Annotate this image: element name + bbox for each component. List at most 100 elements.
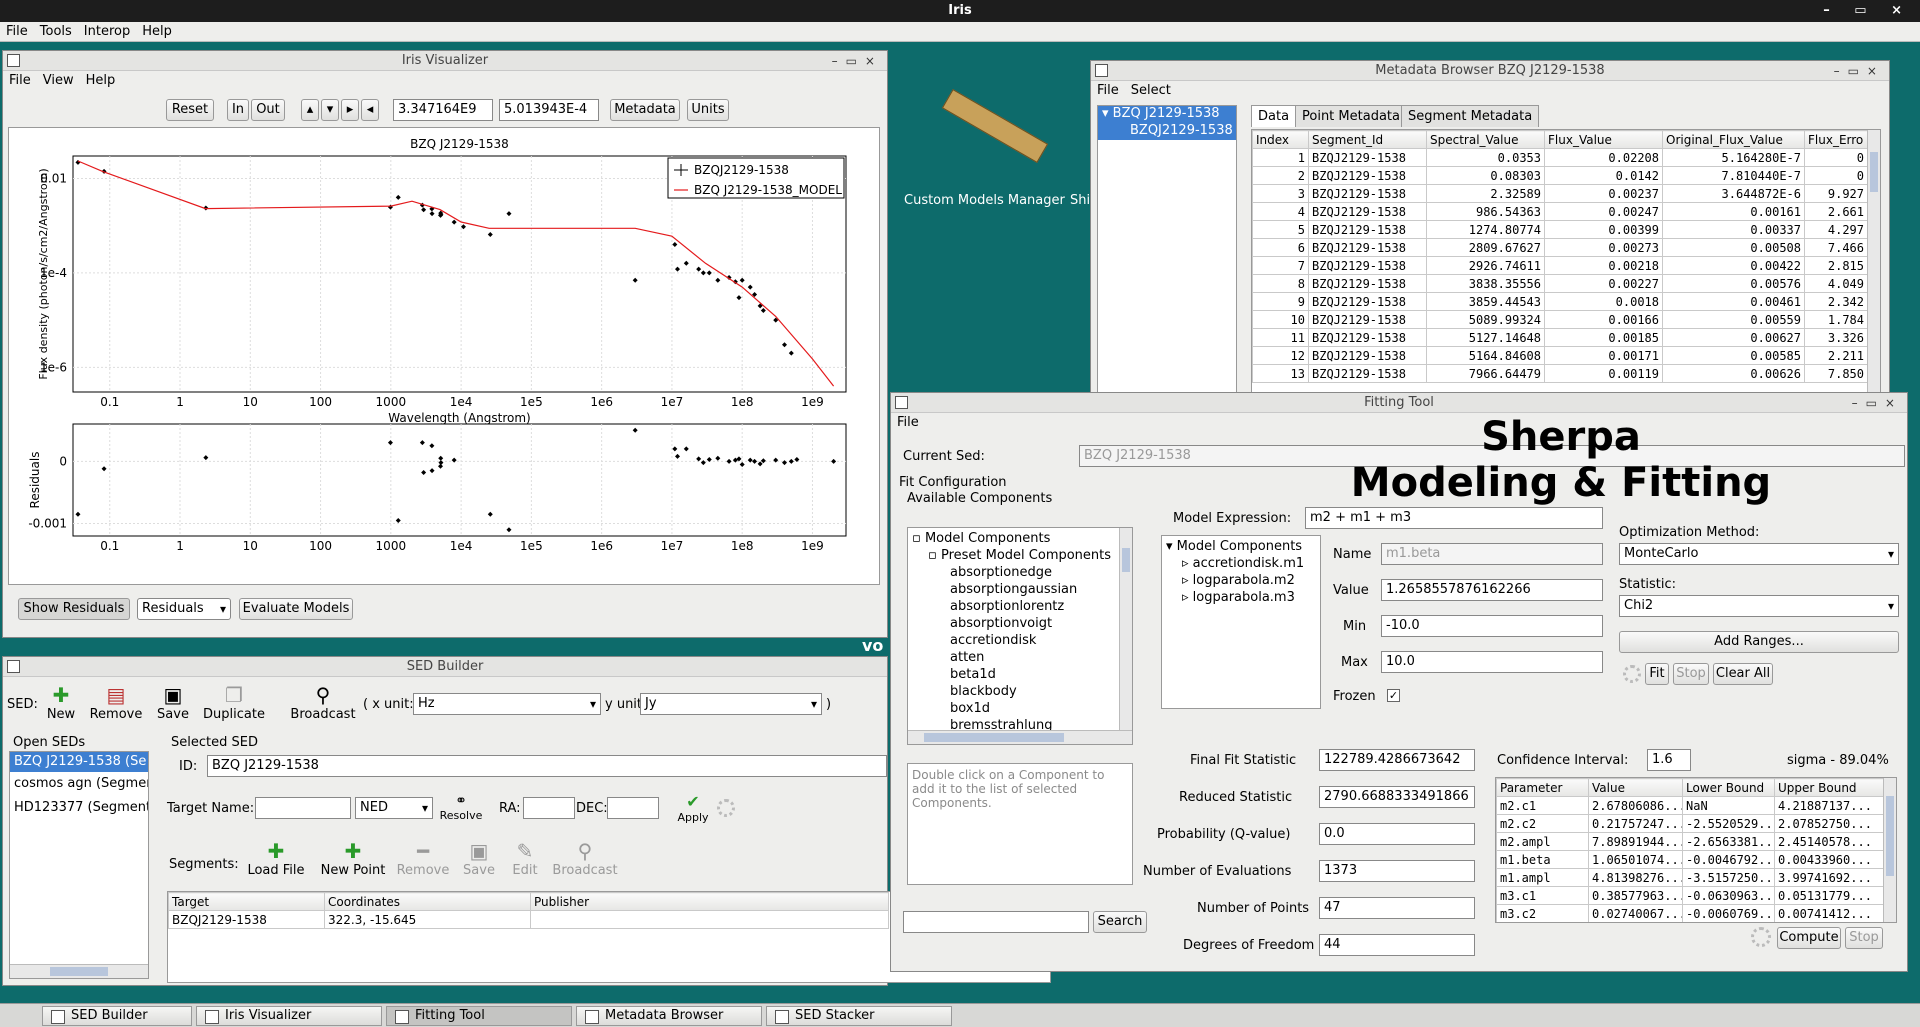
column-header[interactable]: Index [1252,130,1309,149]
y-unit-select[interactable]: Jy [640,693,822,715]
col-coordinates[interactable]: Coordinates [324,892,531,911]
column-header[interactable]: Parameter [1496,778,1589,797]
available-components-tree[interactable]: ▫ Model Components ▫ Preset Model Compon… [907,527,1133,745]
column-header[interactable]: Value [1588,778,1683,797]
tree-preset[interactable]: ▫ Preset Model Components [912,547,1128,564]
table-row[interactable]: 1 BZQJ2129-1538 0.0353 0.02208 5.164280E-7 0 [1252,148,1868,167]
param-min-field[interactable]: -10.0 [1381,615,1603,637]
result-field[interactable]: 1373 [1319,860,1475,882]
tab-point-metadata[interactable]: Point Metadata [1295,105,1407,127]
selected-item[interactable]: ▹ logparabola.m3 [1166,589,1316,606]
sed-id-field[interactable]: BZQ J2129-1538 [207,755,887,777]
search-button[interactable]: Search [1093,911,1147,933]
result-field[interactable]: 122789.4286673642 [1319,749,1475,771]
component-item[interactable]: blackbody [912,683,1128,700]
zoom-in-button[interactable]: In [227,99,249,121]
tree-v-scrollbar[interactable] [1119,528,1132,732]
table-row[interactable]: 3 BZQJ2129-1538 2.32589 0.00237 3.644872E-6 9… [1252,184,1868,203]
apply-button[interactable]: ✔ Apply [673,793,713,825]
segments-table[interactable]: Target Coordinates Publisher BZQJ2129-1538… [168,892,889,929]
task-iris-visualizer[interactable]: Iris Visualizer [196,1006,382,1026]
table-row[interactable]: 9 BZQJ2129-1538 3859.44543 0.0018 0.00461 2.3… [1252,292,1868,311]
clear-all-button[interactable]: Clear All [1713,663,1773,685]
table-row[interactable]: 4 BZQJ2129-1538 986.54363 0.00247 0.00161 2.6… [1252,202,1868,221]
component-item[interactable]: absorptionvoigt [912,615,1128,632]
table-row[interactable]: BZQJ2129-1538 322.3, -15.645 [168,910,889,929]
frozen-checkbox[interactable]: ✓ [1387,689,1400,702]
metadata-controls[interactable]: –▭× [1834,61,1885,81]
table-row[interactable]: 2 BZQJ2129-1538 0.08303 0.0142 7.810440E-7 0 [1252,166,1868,185]
meta-menu-file[interactable]: File [1091,81,1125,101]
param-max-field[interactable]: 10.0 [1381,651,1603,673]
param-value-field[interactable]: 1.2658557876162266 [1381,579,1603,601]
compute-button[interactable]: Compute [1777,927,1841,949]
column-header[interactable]: Segment_Id [1308,130,1427,149]
menu-help[interactable]: Help [136,22,178,42]
component-item[interactable]: absorptiongaussian [912,581,1128,598]
table-row[interactable]: m2.c2 0.21757247... -2.5520529... 2.0785275… [1496,814,1885,833]
coord-x-field[interactable]: 3.347164E9 [393,99,493,121]
component-item[interactable]: atten [912,649,1128,666]
param-table[interactable]: Parameter Value Lower Bound Upper Bound m2.… [1496,778,1885,922]
menu-file[interactable]: File [0,22,34,42]
new-sed-button[interactable]: ✚ New [39,683,83,722]
table-row[interactable]: 10 BZQJ2129-1538 5089.99324 0.00166 0.00559 1… [1252,310,1868,329]
table-row[interactable]: 11 BZQJ2129-1538 5127.14648 0.00185 0.00627 3… [1252,328,1868,347]
ra-field[interactable] [523,797,575,819]
model-expression-field[interactable]: m2 + m1 + m3 [1305,507,1603,529]
table-row[interactable]: m1.beta 1.06501074... -0.0046792... 0.00433… [1496,850,1885,869]
table-row[interactable]: 5 BZQJ2129-1538 1274.80774 0.00399 0.00337 4.… [1252,220,1868,239]
fit-button[interactable]: Fit [1645,663,1669,685]
custom-models-label[interactable]: Custom Models Manager [904,193,1065,208]
metadata-button[interactable]: Metadata [610,99,680,121]
table-row[interactable]: 12 BZQJ2129-1538 5164.84608 0.00171 0.00585 2… [1252,346,1868,365]
table-row[interactable]: 8 BZQJ2129-1538 3838.35556 0.00227 0.00576 4.… [1252,274,1868,293]
pan-right-button[interactable]: ▸ [341,99,359,121]
column-header[interactable]: Flux_Value [1544,130,1663,149]
reset-button[interactable]: Reset [166,99,214,121]
table-row[interactable]: m2.ampl 7.89891944... -2.6563381... 2.45140… [1496,832,1885,851]
resolver-select[interactable]: NED [355,797,433,819]
menu-interop[interactable]: Interop [78,22,136,42]
table-row[interactable]: 7 BZQJ2129-1538 2926.74611 0.00218 0.00422 2.… [1252,256,1868,275]
table-row[interactable]: 13 BZQJ2129-1538 7966.64479 0.00119 0.00626 7… [1252,364,1868,383]
table-scrollbar[interactable] [1867,130,1880,392]
task-metadata-browser[interactable]: Metadata Browser BZQ... [576,1006,762,1027]
param-scrollbar[interactable] [1883,778,1896,922]
component-search-field[interactable] [903,911,1089,933]
load-file-button[interactable]: ✚ Load File [243,839,309,878]
list-scrollbar[interactable] [10,964,148,978]
task-sed-stacker[interactable]: SED Stacker [766,1006,952,1026]
selected-item[interactable]: ▹ accretiondisk.m1 [1166,555,1316,572]
resolve-button[interactable]: ⚭ Resolve [435,793,487,822]
remove-sed-button[interactable]: ▤ Remove [89,683,143,722]
units-button[interactable]: Units [687,99,729,121]
duplicate-sed-button[interactable]: ❐ Duplicate [201,683,267,722]
remove-segment-button[interactable]: ━ Remove [395,839,451,878]
list-item[interactable]: BZQ J2129-1538 (Se [10,752,148,772]
optimization-select[interactable]: MonteCarlo [1619,543,1899,565]
param-name-field[interactable]: m1.beta [1381,543,1603,565]
list-item[interactable]: HD123377 (Segment [10,796,148,820]
tree-sed-node[interactable]: ▾ BZQ J2129-1538 [1098,106,1236,123]
menu-tools[interactable]: Tools [34,22,78,42]
statistic-select[interactable]: Chi2 [1619,595,1899,617]
ruler-icon[interactable] [915,85,1049,175]
stacker-label-partial[interactable]: Shi [1070,193,1090,208]
save-segment-button[interactable]: ▣ Save [457,839,501,878]
target-name-field[interactable] [255,797,351,819]
result-field[interactable]: 44 [1319,934,1475,956]
fit-menu-file[interactable]: File [891,413,925,433]
task-fitting-tool[interactable]: Fitting Tool [386,1006,572,1026]
stop-fit-button[interactable]: Stop [1673,663,1709,685]
broadcast-segment-button[interactable]: ⚲ Broadcast [549,839,621,878]
selected-root[interactable]: ▾ Model Components [1166,538,1316,555]
show-residuals-button[interactable]: Show Residuals [18,598,130,620]
visualizer-controls[interactable]: –▭× [832,51,883,71]
table-row[interactable]: m3.c2 0.02740067... -0.0060769... 0.0074141… [1496,904,1885,922]
component-item[interactable]: absorptionedge [912,564,1128,581]
task-sed-builder[interactable]: SED Builder [42,1006,192,1026]
vis-menu-file[interactable]: File [3,71,37,91]
broadcast-sed-button[interactable]: ⚲ Broadcast [287,683,359,722]
column-header[interactable]: Upper Bound [1774,778,1885,797]
